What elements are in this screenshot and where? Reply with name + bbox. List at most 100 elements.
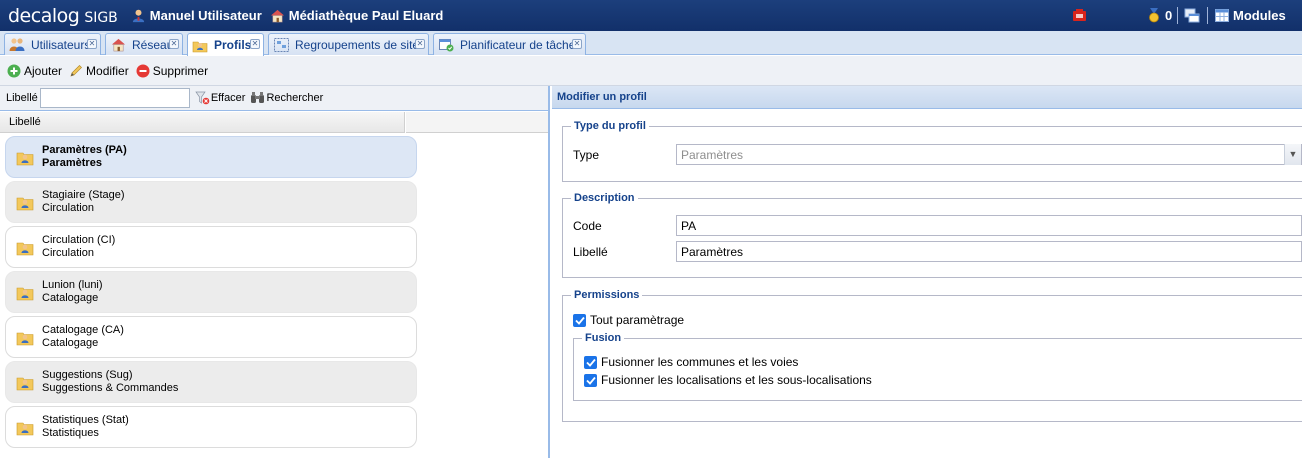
app-logo[interactable]: decalog SIGB bbox=[8, 5, 118, 27]
close-icon[interactable]: ✕ bbox=[169, 39, 179, 49]
folder-user-icon bbox=[16, 419, 34, 436]
libelle-value: Paramètres bbox=[681, 245, 744, 259]
column-header-filler bbox=[406, 112, 548, 133]
add-label: Ajouter bbox=[24, 63, 63, 78]
folder-user-icon bbox=[16, 284, 34, 301]
medal-icon bbox=[1146, 7, 1162, 23]
library-name: Médiathèque Paul Eluard bbox=[288, 8, 444, 23]
action-toolbar: Ajouter Modifier Supprimer bbox=[0, 56, 1302, 86]
chevron-down-icon[interactable]: ▼ bbox=[1284, 144, 1301, 165]
add-button[interactable]: Ajouter bbox=[7, 64, 62, 78]
tab-label: Utilisateurs bbox=[31, 37, 91, 52]
profile-subtitle: Suggestions & Commandes bbox=[42, 382, 179, 394]
profile-title: Paramètres (PA) bbox=[42, 144, 127, 156]
list-item[interactable]: Paramètres (PA) Paramètres bbox=[5, 136, 417, 178]
checkbox-checked-icon[interactable] bbox=[573, 313, 586, 327]
edit-button[interactable]: Modifier bbox=[69, 64, 129, 78]
profile-title: Circulation (CI) bbox=[42, 234, 116, 246]
fieldset-legend: Fusion bbox=[585, 332, 622, 344]
user-menu[interactable]: Manuel Utilisateur bbox=[131, 8, 262, 24]
type-label: Type bbox=[573, 148, 600, 162]
fieldset-legend: Permissions bbox=[574, 289, 640, 301]
list-item[interactable]: Suggestions (Sug) Suggestions & Commandes bbox=[5, 361, 417, 403]
profile-title: Catalogage (CA) bbox=[42, 324, 124, 336]
close-icon[interactable]: ✕ bbox=[415, 39, 425, 49]
clear-button[interactable]: Effacer bbox=[195, 91, 246, 105]
profile-subtitle: Catalogage bbox=[42, 292, 99, 304]
folder-user-icon bbox=[16, 194, 34, 211]
profile-title: Stagiaire (Stage) bbox=[42, 189, 125, 201]
checkbox-checked-icon[interactable] bbox=[584, 355, 597, 369]
clear-label: Effacer bbox=[210, 92, 246, 104]
search-input[interactable] bbox=[39, 88, 190, 108]
notifications[interactable]: 0 bbox=[1146, 7, 1172, 23]
search-button[interactable]: Rechercher bbox=[250, 91, 323, 105]
profiles-list-panel: Libellé Effacer Rechercher Libellé Param… bbox=[0, 86, 550, 458]
checkbox-checked-icon[interactable] bbox=[584, 373, 597, 387]
tab-profils[interactable]: Profils ✕ bbox=[187, 33, 264, 56]
type-select[interactable]: Paramètres ▼ bbox=[676, 144, 1302, 165]
user-icon bbox=[131, 8, 147, 24]
tab-label: Planificateur de tâches bbox=[460, 37, 582, 52]
search-label: Rechercher bbox=[266, 92, 324, 104]
profile-subtitle: Circulation bbox=[42, 202, 94, 214]
panel-title: Modifier un profil bbox=[552, 86, 1302, 109]
edit-profile-panel: Modifier un profil Type du profil Type P… bbox=[552, 86, 1302, 458]
list-item[interactable]: Statistiques (Stat) Statistiques bbox=[5, 406, 417, 448]
list-item[interactable]: Stagiaire (Stage) Circulation bbox=[5, 181, 417, 223]
merge-locations-label: Fusionner les localisations et les sous-… bbox=[601, 373, 872, 387]
tab-planificateur[interactable]: Planificateur de tâches ✕ bbox=[433, 33, 586, 55]
profile-subtitle: Catalogage bbox=[42, 337, 99, 349]
close-icon[interactable]: ✕ bbox=[572, 39, 582, 49]
delete-button[interactable]: Supprimer bbox=[136, 64, 208, 78]
close-icon[interactable]: ✕ bbox=[87, 39, 97, 49]
code-label: Code bbox=[573, 219, 602, 233]
house-icon bbox=[110, 37, 126, 53]
separator bbox=[1207, 7, 1208, 24]
alert-icon[interactable] bbox=[1072, 8, 1087, 22]
pencil-icon bbox=[69, 64, 83, 78]
windows-icon[interactable] bbox=[1184, 8, 1200, 23]
all-params-checkbox[interactable]: Tout paramètrage bbox=[573, 313, 684, 327]
user-name: Manuel Utilisateur bbox=[149, 8, 262, 23]
close-icon[interactable]: ✕ bbox=[250, 39, 260, 49]
column-header-libelle[interactable]: Libellé bbox=[0, 112, 405, 133]
library-menu[interactable]: Médiathèque Paul Eluard bbox=[270, 8, 444, 24]
search-label: Libellé bbox=[6, 92, 38, 104]
tab-reseau[interactable]: Réseau ✕ bbox=[105, 33, 183, 55]
merge-locations-checkbox[interactable]: Fusionner les localisations et les sous-… bbox=[584, 373, 872, 387]
type-value: Paramètres bbox=[681, 148, 744, 162]
folder-user-icon bbox=[16, 239, 34, 256]
libelle-label: Libellé bbox=[573, 245, 608, 259]
fieldset-legend: Type du profil bbox=[574, 120, 646, 132]
separator bbox=[1177, 7, 1178, 24]
libelle-field[interactable]: Paramètres bbox=[676, 241, 1302, 262]
tab-label: Réseau bbox=[132, 37, 174, 52]
scheduler-icon bbox=[438, 37, 454, 53]
folder-user-icon bbox=[16, 374, 34, 391]
profile-subtitle: Circulation bbox=[42, 247, 94, 259]
list-item[interactable]: Catalogage (CA) Catalogage bbox=[5, 316, 417, 358]
profile-subtitle: Paramètres bbox=[42, 157, 102, 169]
code-value: PA bbox=[681, 219, 697, 233]
tab-utilisateurs[interactable]: Utilisateurs ✕ bbox=[4, 33, 101, 55]
users-icon bbox=[9, 37, 25, 53]
notification-count: 0 bbox=[1165, 7, 1173, 23]
top-bar: decalog SIGB Manuel Utilisateur Médiathè… bbox=[0, 0, 1302, 31]
code-field[interactable]: PA bbox=[676, 215, 1302, 236]
tab-label: Regroupements de sites bbox=[295, 37, 426, 52]
profile-subtitle: Statistiques bbox=[42, 427, 99, 439]
modules-label: Modules bbox=[1233, 7, 1286, 23]
tab-regroupements[interactable]: Regroupements de sites ✕ bbox=[268, 33, 429, 55]
modules-button[interactable]: Modules bbox=[1214, 7, 1286, 23]
delete-label: Supprimer bbox=[152, 63, 209, 78]
eraser-icon bbox=[195, 91, 210, 105]
search-bar: Libellé Effacer Rechercher bbox=[0, 86, 548, 111]
list-item[interactable]: Lunion (luni) Catalogage bbox=[5, 271, 417, 313]
edit-label: Modifier bbox=[86, 63, 129, 78]
profile-title: Lunion (luni) bbox=[42, 279, 103, 291]
all-params-label: Tout paramètrage bbox=[590, 313, 685, 327]
merge-communes-checkbox[interactable]: Fusionner les communes et les voies bbox=[584, 355, 798, 369]
list-item[interactable]: Circulation (CI) Circulation bbox=[5, 226, 417, 268]
binoculars-icon bbox=[250, 91, 265, 105]
